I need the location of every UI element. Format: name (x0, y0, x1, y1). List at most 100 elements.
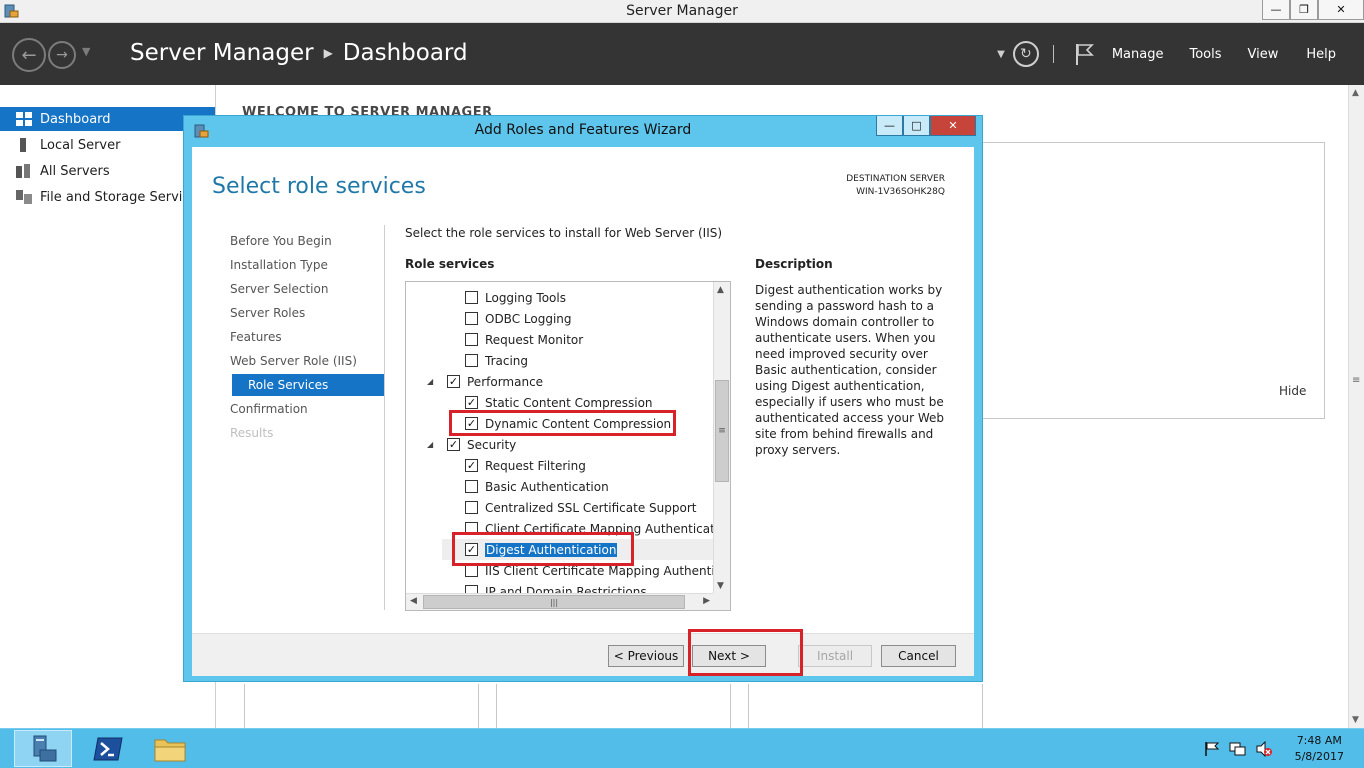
step-web-server-role[interactable]: Web Server Role (IIS) (230, 350, 390, 372)
step-features[interactable]: Features (230, 326, 390, 348)
previous-button[interactable]: < Previous (608, 645, 684, 667)
notifications-flag-icon[interactable] (1074, 42, 1094, 66)
scroll-thumb[interactable]: ≡ (715, 380, 729, 482)
tree-item-logging-tools[interactable]: Logging Tools (406, 287, 714, 308)
checkbox[interactable]: ✓ (465, 459, 478, 472)
checkbox[interactable] (465, 333, 478, 346)
forward-button[interactable]: → (48, 41, 76, 69)
refresh-icon[interactable]: ↻ (1012, 41, 1039, 67)
collapse-triangle-icon[interactable]: ◢ (427, 440, 433, 449)
tree-item-client-certificate-mapping[interactable]: Client Certificate Mapping Authenticatio… (406, 518, 714, 539)
tree-item-label: Logging Tools (485, 290, 566, 305)
checkbox[interactable] (465, 501, 478, 514)
tree-item-static-content-compression[interactable]: ✓ Static Content Compression (406, 392, 714, 413)
tree-item-basic-authentication[interactable]: Basic Authentication (406, 476, 714, 497)
storage-icon (16, 190, 32, 204)
menu-view[interactable]: View (1248, 47, 1279, 62)
checkbox[interactable]: ✓ (465, 417, 478, 430)
action-center-flag-icon[interactable] (1203, 741, 1221, 757)
server-manager-header: ← → ▼ Server Manager ▶ Dashboard ▼ ↻ Man… (0, 23, 1364, 85)
scroll-left-icon[interactable]: ◀ (410, 596, 417, 606)
scroll-grip-icon[interactable]: ≡ (1352, 375, 1360, 386)
restore-button[interactable]: ❐ (1290, 0, 1318, 20)
tree-item-performance[interactable]: ◢ ✓ Performance (406, 371, 714, 392)
scroll-right-icon[interactable]: ▶ (703, 596, 710, 606)
sidebar-item-label: Local Server (40, 137, 121, 153)
main-scrollbar[interactable]: ▲ ≡ ▼ (1348, 85, 1364, 728)
menu-help[interactable]: Help (1306, 47, 1336, 62)
scroll-up-icon[interactable]: ▲ (1352, 88, 1359, 98)
next-button[interactable]: Next > (692, 645, 766, 667)
scroll-up-icon[interactable]: ▲ (717, 285, 724, 295)
checkbox[interactable] (465, 522, 478, 535)
menu-tools[interactable]: Tools (1189, 47, 1221, 62)
checkbox[interactable]: ✓ (465, 543, 478, 556)
tree-vertical-scrollbar[interactable]: ▲ ≡ ▼ (713, 282, 730, 594)
wizard-title: Add Roles and Features Wizard (474, 122, 692, 138)
breadcrumb-root[interactable]: Server Manager (130, 40, 314, 66)
tile-divider (748, 684, 749, 728)
powershell-taskbar-button[interactable] (88, 732, 128, 765)
volume-muted-icon[interactable] (1255, 741, 1273, 757)
breadcrumb-separator-icon: ▶ (323, 46, 333, 60)
scroll-down-icon[interactable]: ▼ (1352, 715, 1359, 725)
close-icon: ✕ (1336, 3, 1346, 16)
checkbox[interactable] (465, 480, 478, 493)
server-manager-taskbar-button[interactable] (14, 730, 72, 767)
wizard-close-button[interactable]: ✕ (930, 116, 976, 136)
checkbox[interactable]: ✓ (447, 438, 460, 451)
tree-horizontal-scrollbar[interactable]: ◀ ||| ▶ (406, 593, 714, 610)
step-before-you-begin[interactable]: Before You Begin (230, 230, 390, 252)
tree-item-security[interactable]: ◢ ✓ Security (406, 434, 714, 455)
step-results: Results (230, 426, 274, 440)
scroll-corner (713, 593, 730, 610)
tree-item-label: IIS Client Certificate Mapping Authentic… (485, 563, 714, 578)
taskbar-clock[interactable]: 7:48 AM 5/8/2017 (1295, 733, 1344, 765)
scroll-thumb[interactable]: ||| (423, 595, 685, 609)
checkbox[interactable] (465, 354, 478, 367)
scroll-down-icon[interactable]: ▼ (717, 581, 724, 591)
wizard-titlebar: Add Roles and Features Wizard — □ ✕ (184, 116, 982, 146)
server-manager-app-icon (33, 735, 57, 761)
network-icon[interactable] (1229, 741, 1247, 757)
minimize-button[interactable]: — (1262, 0, 1290, 20)
tree-item-digest-authentication[interactable]: ✓ Digest Authentication (442, 539, 714, 560)
tree-item-label: Client Certificate Mapping Authenticatio… (485, 521, 714, 536)
tree-item-iis-client-certificate-mapping[interactable]: IIS Client Certificate Mapping Authentic… (406, 560, 714, 581)
role-services-tree[interactable]: Logging Tools ODBC Logging Request Monit… (405, 281, 731, 611)
tree-item-centralized-ssl[interactable]: Centralized SSL Certificate Support (406, 497, 714, 518)
step-installation-type[interactable]: Installation Type (230, 254, 390, 276)
step-confirmation[interactable]: Confirmation (230, 398, 390, 420)
step-server-selection[interactable]: Server Selection (230, 278, 390, 300)
cancel-button[interactable]: Cancel (881, 645, 956, 667)
step-server-roles[interactable]: Server Roles (230, 302, 390, 324)
navigation-history-chevron-icon[interactable]: ▼ (82, 45, 90, 58)
tree-item-label: Centralized SSL Certificate Support (485, 500, 697, 515)
close-button[interactable]: ✕ (1318, 0, 1364, 20)
checkbox[interactable] (465, 291, 478, 304)
checkbox[interactable] (465, 312, 478, 325)
hide-link[interactable]: Hide (1279, 384, 1306, 398)
back-button[interactable]: ← (12, 38, 46, 72)
refresh-dropdown-chevron-icon[interactable]: ▼ (997, 49, 1005, 60)
file-explorer-app-icon (154, 739, 186, 761)
collapse-triangle-icon[interactable]: ◢ (427, 377, 433, 386)
wizard-minimize-button[interactable]: — (876, 116, 903, 136)
checkbox[interactable] (465, 564, 478, 577)
tree-item-request-filtering[interactable]: ✓ Request Filtering (406, 455, 714, 476)
tree-item-label: ODBC Logging (485, 311, 572, 326)
destination-name: WIN-1V36SOHK28Q (856, 187, 945, 197)
tree-item-tracing[interactable]: Tracing (406, 350, 714, 371)
file-explorer-taskbar-button[interactable] (150, 732, 190, 765)
tree-item-odbc-logging[interactable]: ODBC Logging (406, 308, 714, 329)
tree-item-label: Dynamic Content Compression (485, 416, 672, 431)
tree-item-request-monitor[interactable]: Request Monitor (406, 329, 714, 350)
tree-item-dynamic-content-compression[interactable]: ✓ Dynamic Content Compression (406, 413, 714, 434)
checkbox[interactable]: ✓ (465, 396, 478, 409)
menu-manage[interactable]: Manage (1112, 47, 1164, 62)
role-services-intro: Select the role services to install for … (405, 226, 723, 240)
checkbox[interactable]: ✓ (447, 375, 460, 388)
step-role-services[interactable]: Role Services (232, 374, 384, 396)
tile-divider (496, 684, 497, 728)
wizard-maximize-button[interactable]: □ (903, 116, 930, 136)
